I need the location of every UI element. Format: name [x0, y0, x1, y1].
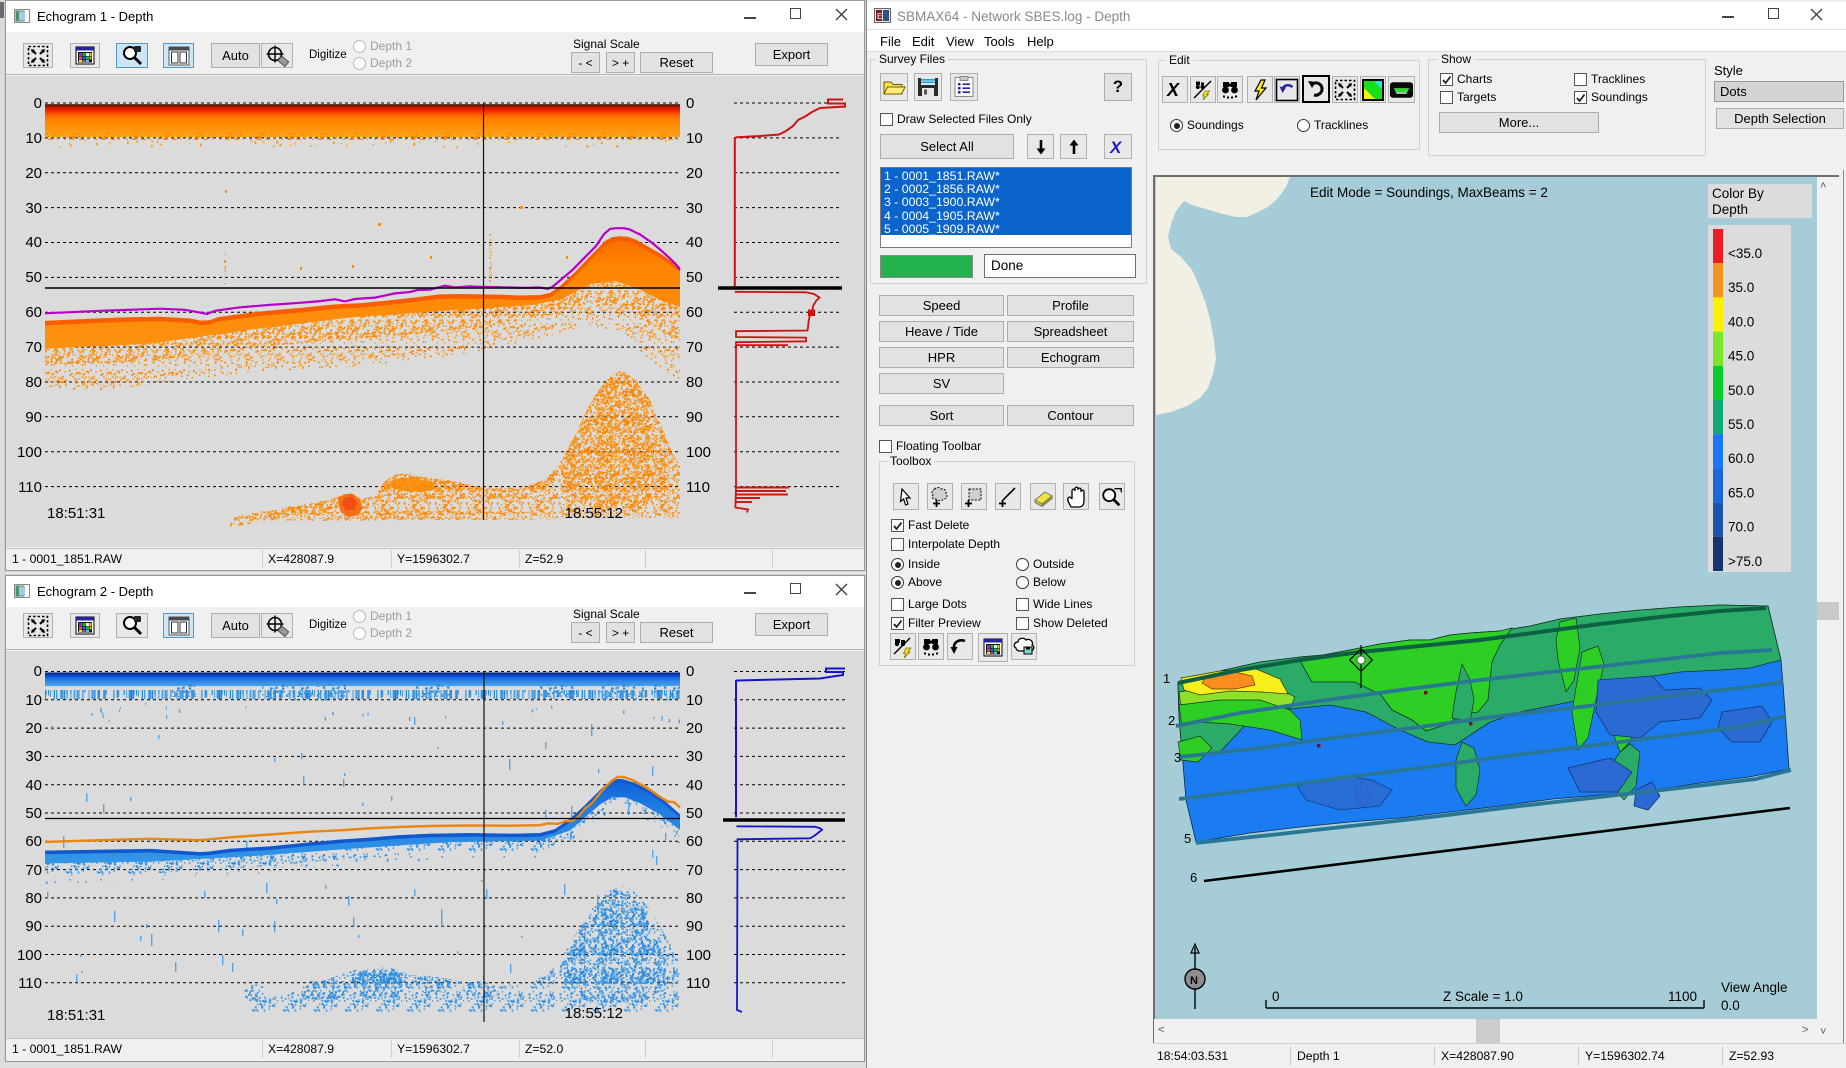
svg-text:30: 30 — [25, 748, 42, 765]
svg-text:110: 110 — [18, 975, 42, 992]
svg-text:110: 110 — [18, 479, 42, 496]
svg-text:1100: 1100 — [1668, 989, 1697, 1004]
svg-text:50: 50 — [25, 805, 42, 822]
svg-text:50: 50 — [686, 805, 703, 822]
svg-text:10: 10 — [25, 692, 42, 709]
svg-text:100: 100 — [17, 444, 42, 461]
svg-text:60: 60 — [686, 304, 703, 321]
svg-text:6: 6 — [1190, 870, 1197, 885]
svg-text:50: 50 — [25, 269, 42, 286]
svg-text:2: 2 — [1168, 713, 1175, 728]
svg-text:70: 70 — [25, 339, 42, 356]
svg-text:70: 70 — [686, 862, 703, 879]
svg-text:35.0: 35.0 — [1728, 280, 1754, 295]
svg-text:0: 0 — [34, 95, 42, 112]
svg-text:20: 20 — [686, 165, 703, 182]
svg-text:80: 80 — [25, 374, 42, 391]
svg-text:18:51:31: 18:51:31 — [47, 1007, 105, 1024]
svg-text:90: 90 — [25, 409, 42, 426]
svg-text:70: 70 — [686, 339, 703, 356]
svg-text:X: X — [1166, 80, 1180, 100]
svg-text:Depth: Depth — [1712, 202, 1748, 217]
svg-text:45.0: 45.0 — [1728, 349, 1754, 364]
svg-text:40: 40 — [686, 777, 703, 794]
svg-text:30: 30 — [25, 200, 42, 217]
svg-text:18:51:31: 18:51:31 — [47, 505, 105, 522]
svg-text:20: 20 — [25, 720, 42, 737]
svg-text:N: N — [1190, 975, 1198, 987]
svg-text:0: 0 — [1272, 989, 1280, 1004]
svg-text:0: 0 — [34, 663, 42, 680]
svg-text:0.0: 0.0 — [1721, 998, 1740, 1013]
svg-text:40: 40 — [686, 234, 703, 251]
svg-text:Color By: Color By — [1712, 186, 1764, 201]
svg-text:90: 90 — [25, 918, 42, 935]
svg-text:Z Scale = 1.0: Z Scale = 1.0 — [1443, 989, 1523, 1004]
svg-text:X: X — [1109, 138, 1123, 156]
svg-text:110: 110 — [686, 479, 710, 496]
svg-text:55.0: 55.0 — [1728, 417, 1754, 432]
svg-text:60: 60 — [686, 833, 703, 850]
svg-text:30: 30 — [686, 200, 703, 217]
svg-text:70: 70 — [25, 862, 42, 879]
svg-text:5: 5 — [1184, 831, 1191, 846]
svg-text:10: 10 — [686, 692, 703, 709]
svg-text:70.0: 70.0 — [1728, 520, 1754, 535]
svg-text:10: 10 — [25, 130, 42, 147]
svg-text:50.0: 50.0 — [1728, 383, 1754, 398]
svg-text:80: 80 — [25, 890, 42, 907]
svg-text:30: 30 — [686, 748, 703, 765]
svg-text:E: E — [877, 12, 882, 21]
svg-text:18:55:12: 18:55:12 — [565, 1005, 623, 1022]
svg-text:100: 100 — [686, 444, 711, 461]
svg-text:100: 100 — [17, 947, 42, 964]
svg-text:65.0: 65.0 — [1728, 485, 1754, 500]
svg-text:0: 0 — [686, 663, 694, 680]
svg-text:20: 20 — [25, 165, 42, 182]
svg-text:3: 3 — [1174, 750, 1181, 765]
svg-text:80: 80 — [686, 374, 703, 391]
svg-text:<35.0: <35.0 — [1728, 246, 1762, 261]
svg-text:40.0: 40.0 — [1728, 314, 1754, 329]
svg-text:90: 90 — [686, 409, 703, 426]
svg-text:0: 0 — [686, 95, 694, 112]
svg-text:View Angle: View Angle — [1721, 980, 1788, 995]
svg-text:100: 100 — [686, 947, 711, 964]
svg-text:50: 50 — [686, 269, 703, 286]
svg-text:60.0: 60.0 — [1728, 451, 1754, 466]
svg-text:>75.0: >75.0 — [1728, 554, 1762, 569]
svg-text:40: 40 — [25, 777, 42, 794]
svg-text:90: 90 — [686, 918, 703, 935]
svg-text:60: 60 — [25, 833, 42, 850]
svg-text:80: 80 — [686, 890, 703, 907]
svg-text:10: 10 — [686, 130, 703, 147]
svg-text:110: 110 — [686, 975, 710, 992]
svg-text:Edit Mode = Soundings, MaxBeam: Edit Mode = Soundings, MaxBeams = 2 — [1310, 185, 1548, 200]
svg-text:20: 20 — [686, 720, 703, 737]
svg-text:40: 40 — [25, 234, 42, 251]
svg-text:1: 1 — [1163, 671, 1170, 686]
svg-text:18:55:12: 18:55:12 — [565, 505, 623, 522]
svg-text:60: 60 — [25, 304, 42, 321]
